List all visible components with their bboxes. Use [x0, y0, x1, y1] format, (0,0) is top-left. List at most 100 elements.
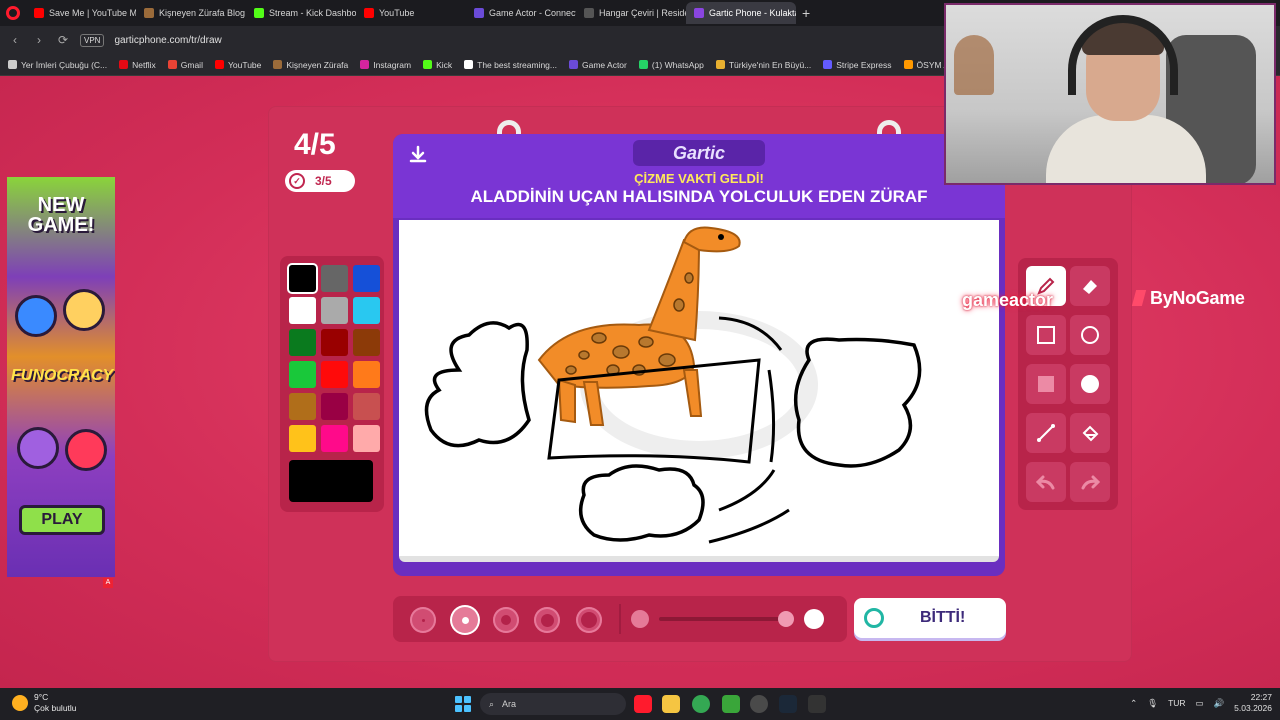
- color-swatch[interactable]: [321, 297, 348, 324]
- color-swatch[interactable]: [353, 297, 380, 324]
- new-tab-button[interactable]: +: [802, 5, 810, 21]
- color-swatch[interactable]: [353, 265, 380, 292]
- ad-banner[interactable]: NEW GAME! FUNOCRACY PLAY: [7, 177, 115, 577]
- round-indicator: 4/5: [294, 128, 336, 161]
- bookmark-item[interactable]: Game Actor: [568, 60, 627, 70]
- taskbar-search[interactable]: ⌕ Ara: [480, 693, 626, 715]
- brush-size-5[interactable]: [576, 607, 602, 633]
- bookmark-item[interactable]: YouTube: [214, 60, 261, 70]
- bookmark-item[interactable]: Yer İmleri Çubuğu (C...: [8, 60, 107, 70]
- tab-list: Save Me | YouTube M Kişneyen Zürafa Blog S…: [26, 2, 796, 24]
- tab-favicon-icon: [254, 8, 264, 18]
- giraffe-leg: [557, 378, 576, 424]
- color-swatch[interactable]: [321, 393, 348, 420]
- browser-tab[interactable]: YouTube: [356, 2, 466, 24]
- start-button[interactable]: [455, 696, 471, 712]
- browser-tab[interactable]: Kişneyen Zürafa Blog: [136, 2, 246, 24]
- xbox-icon[interactable]: [722, 695, 740, 713]
- line-tool[interactable]: [1026, 413, 1066, 453]
- bookmark-item[interactable]: Kişneyen Zürafa: [273, 60, 348, 70]
- drawing-canvas[interactable]: [399, 220, 999, 562]
- bookmark-item[interactable]: Gmail: [167, 60, 203, 70]
- rectangle-fill-tool[interactable]: [1026, 364, 1066, 404]
- file-explorer-icon[interactable]: [662, 695, 680, 713]
- opera-taskbar-icon[interactable]: [634, 695, 652, 713]
- color-swatch[interactable]: [289, 393, 316, 420]
- ellipse-fill-tool[interactable]: [1070, 364, 1110, 404]
- color-swatch[interactable]: [289, 361, 316, 388]
- ad-choices-badge[interactable]: A: [103, 578, 113, 588]
- forward-icon[interactable]: ›: [32, 33, 46, 47]
- chevron-up-icon[interactable]: ⌃: [1130, 698, 1137, 709]
- bookmark-favicon-icon: [214, 60, 224, 69]
- color-swatch[interactable]: [353, 393, 380, 420]
- bookmark-favicon-icon: [568, 60, 578, 69]
- url-field[interactable]: garticphone.com/tr/draw: [114, 35, 221, 46]
- color-swatch[interactable]: [321, 361, 348, 388]
- bookmark-favicon-icon: [167, 60, 177, 69]
- color-swatch[interactable]: [321, 425, 348, 452]
- weather-widget[interactable]: 9°C Çok bulutlu: [12, 692, 77, 714]
- ad-thumb-character: [15, 295, 57, 337]
- bookmark-item[interactable]: Türkiye'nin En Büyü...: [715, 60, 811, 70]
- tab-favicon-icon: [364, 8, 374, 18]
- brush-size-4[interactable]: [534, 607, 560, 633]
- ellipse-outline-tool[interactable]: [1070, 315, 1110, 355]
- vpn-badge[interactable]: VPN: [80, 33, 105, 47]
- color-swatch[interactable]: [321, 265, 348, 292]
- brush-size-2[interactable]: [452, 607, 478, 633]
- browser-tab[interactable]: Hangar Çeviri | Resident E: [576, 2, 686, 24]
- ad-red-character: [65, 429, 107, 471]
- tab-label: Hangar Çeviri | Resident E: [599, 8, 686, 18]
- color-swatch[interactable]: [353, 329, 380, 356]
- color-swatch[interactable]: [289, 425, 316, 452]
- browser-tab[interactable]: Game Actor - Connect wit: [466, 2, 576, 24]
- opacity-slider-thumb[interactable]: [778, 611, 794, 627]
- redo-tool[interactable]: [1070, 462, 1110, 502]
- steam-icon[interactable]: [779, 695, 797, 713]
- rectangle-outline-tool[interactable]: [1026, 315, 1066, 355]
- done-count: 3/5: [315, 174, 332, 188]
- network-icon[interactable]: ▭: [1196, 698, 1204, 709]
- reload-icon[interactable]: ⟳: [56, 33, 70, 47]
- bookmark-label: Netflix: [132, 59, 156, 70]
- color-swatch[interactable]: [321, 329, 348, 356]
- bookmark-item[interactable]: Netflix: [119, 60, 156, 70]
- bookmark-item[interactable]: Stripe Express: [823, 60, 892, 70]
- volume-icon[interactable]: 🔊: [1214, 698, 1225, 709]
- bookmark-favicon-icon: [464, 60, 474, 69]
- bookmark-item[interactable]: Kick: [423, 60, 452, 70]
- color-swatch[interactable]: [353, 425, 380, 452]
- browser-tab[interactable]: Save Me | YouTube M: [26, 2, 136, 24]
- opera-logo-icon[interactable]: [6, 6, 20, 20]
- opacity-slider[interactable]: [659, 617, 787, 621]
- obs-icon[interactable]: [750, 695, 768, 713]
- chrome-icon[interactable]: [692, 695, 710, 713]
- language-indicator[interactable]: TUR: [1168, 698, 1185, 708]
- square-outline-icon: [1037, 326, 1055, 344]
- fill-bucket-tool[interactable]: [1070, 413, 1110, 453]
- bookmark-item[interactable]: Instagram: [360, 60, 411, 70]
- brush-size-3[interactable]: [493, 607, 519, 633]
- tab-label: YouTube: [379, 8, 415, 18]
- color-swatch[interactable]: [289, 265, 316, 292]
- microphone-icon[interactable]: 🎙: [1147, 698, 1158, 709]
- browser-tab[interactable]: Gartic Phone - Kulaktan K: [686, 2, 796, 24]
- bookmark-item[interactable]: The best streaming...: [464, 60, 557, 70]
- download-icon[interactable]: [407, 144, 429, 166]
- color-swatch[interactable]: [353, 361, 380, 388]
- epic-games-icon[interactable]: [808, 695, 826, 713]
- clock[interactable]: 22:27 5.03.2026: [1234, 692, 1272, 714]
- brush-size-1[interactable]: [410, 607, 436, 633]
- done-button[interactable]: BİTTİ!: [854, 598, 1006, 638]
- ad-play-button[interactable]: PLAY: [19, 505, 105, 535]
- browser-tab[interactable]: Stream - Kick Dashboard: [246, 2, 356, 24]
- back-icon[interactable]: ‹: [8, 33, 22, 47]
- gameactor-text: gameactor: [962, 290, 1054, 310]
- color-swatch[interactable]: [289, 329, 316, 356]
- color-swatch[interactable]: [289, 297, 316, 324]
- undo-tool[interactable]: [1026, 462, 1066, 502]
- giraffe-eye: [718, 234, 724, 240]
- check-icon: ✓: [289, 173, 305, 189]
- bookmark-item[interactable]: (1) WhatsApp: [638, 60, 704, 70]
